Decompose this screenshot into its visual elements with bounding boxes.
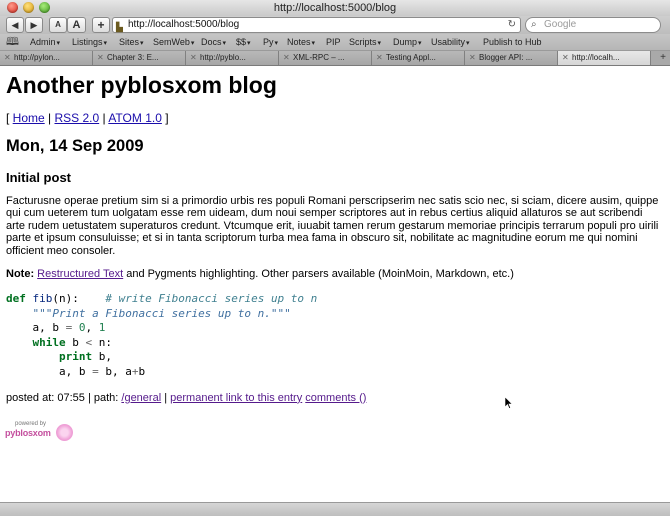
tab-close-icon[interactable]: ✕ <box>97 51 104 65</box>
tab-2[interactable]: ✕ Chapter 3: E... <box>93 51 186 65</box>
new-tab-button[interactable]: + <box>660 51 666 65</box>
rss-link[interactable]: RSS 2.0 <box>54 111 99 125</box>
bookmark-py[interactable]: Py▾ <box>263 34 278 52</box>
browser-toolbar: ◀ ▶ A A + ▙ http://localhost:5000/blog ↻… <box>0 16 670 34</box>
tab-6[interactable]: ✕ Blogger API: ... <box>465 51 558 65</box>
status-bar <box>0 502 670 516</box>
window-titlebar: http://localhost:5000/blog <box>0 0 670 16</box>
forward-arrow-icon: ▶ <box>30 20 38 30</box>
search-field[interactable]: ⌕ Google <box>525 17 661 33</box>
bookmark-admin[interactable]: Admin▾ <box>30 34 60 52</box>
bookmarks-bar: 🕮 Admin▾ Listings▾ Sites▾ SemWeb▾ Docs▾ … <box>0 34 670 51</box>
category-path-link[interactable]: /general <box>121 392 161 404</box>
post-title: Initial post <box>6 170 71 185</box>
page-content: Another pyblosxom blog [ Home | RSS 2.0 … <box>6 66 664 404</box>
site-favicon-icon: ▙ <box>116 22 123 32</box>
window-title: http://localhost:5000/blog <box>273 2 397 14</box>
feed-nav: [ Home | RSS 2.0 | ATOM 1.0 ] <box>6 111 169 125</box>
zoom-window-button[interactable] <box>39 2 50 13</box>
tab-close-icon[interactable]: ✕ <box>376 51 383 65</box>
tab-3[interactable]: ✕ http://pyblo... <box>186 51 279 65</box>
comments-link[interactable]: comments () <box>305 392 366 404</box>
back-arrow-icon: ◀ <box>11 20 19 30</box>
tab-5[interactable]: ✕ Testing Appl... <box>372 51 465 65</box>
tab-1[interactable]: ✕ http://pylon... <box>0 51 93 65</box>
tab-7-active[interactable]: ✕ http://localh... <box>558 51 651 65</box>
add-bookmark-button[interactable]: + <box>92 17 110 33</box>
search-placeholder: Google <box>544 19 577 30</box>
forward-button[interactable]: ▶ <box>25 17 43 33</box>
tab-close-icon[interactable]: ✕ <box>562 51 569 65</box>
url-text[interactable]: http://localhost:5000/blog <box>128 18 239 32</box>
pyblosxom-flower-icon <box>56 424 73 441</box>
bookmark-semweb[interactable]: SemWeb▾ <box>153 34 194 52</box>
bookmark-docs[interactable]: Docs▾ <box>201 34 226 52</box>
text-larger-button[interactable]: A <box>67 17 86 33</box>
bookmark-money[interactable]: $$▾ <box>236 34 251 52</box>
bookmark-scripts[interactable]: Scripts▾ <box>349 34 381 52</box>
reload-icon[interactable]: ↻ <box>508 18 516 32</box>
mouse-pointer-icon <box>505 397 513 409</box>
bookmark-listings[interactable]: Listings▾ <box>72 34 107 52</box>
close-window-button[interactable] <box>7 2 18 13</box>
bookmark-sites[interactable]: Sites▾ <box>119 34 144 52</box>
text-smaller-button[interactable]: A <box>49 17 67 33</box>
bookmark-usability[interactable]: Usability▾ <box>431 34 470 52</box>
home-link[interactable]: Home <box>13 111 45 125</box>
tab-close-icon[interactable]: ✕ <box>4 51 11 65</box>
powered-by-badge[interactable]: powered by pyblosxom <box>5 421 75 443</box>
tab-close-icon[interactable]: ✕ <box>190 51 197 65</box>
permalink-link[interactable]: permanent link to this entry <box>170 392 302 404</box>
bookmarks-book-icon[interactable]: 🕮 <box>6 34 19 50</box>
blog-title: Another pyblosxom blog <box>6 72 277 98</box>
post-date: Mon, 14 Sep 2009 <box>6 137 144 155</box>
bookmark-notes[interactable]: Notes▾ <box>287 34 315 52</box>
tab-close-icon[interactable]: ✕ <box>283 51 290 65</box>
blog-post: Initial post Facturusne operae pretium s… <box>6 170 664 404</box>
tab-4[interactable]: ✕ XML-RPC – ... <box>279 51 372 65</box>
restructured-text-link[interactable]: Restructured Text <box>37 268 123 280</box>
code-block: def fib(n): # write Fibonacci series up … <box>6 292 318 378</box>
tab-close-icon[interactable]: ✕ <box>469 51 476 65</box>
bookmark-publish-to-hub[interactable]: Publish to Hub <box>483 34 542 50</box>
back-button[interactable]: ◀ <box>6 17 24 33</box>
atom-link[interactable]: ATOM 1.0 <box>108 111 162 125</box>
post-footer: posted at: 07:55 | path: /general | perm… <box>6 391 367 404</box>
tab-bar: ✕ http://pylon... ✕ Chapter 3: E... ✕ http:… <box>0 51 670 66</box>
bookmark-pip[interactable]: PIP <box>326 34 341 50</box>
post-body: Facturusne operae pretium sim si a primo… <box>6 195 659 257</box>
search-icon: ⌕ <box>531 19 537 30</box>
post-note: Note: Restructured Text and Pygments hig… <box>6 268 514 281</box>
bookmark-dump[interactable]: Dump▾ <box>393 34 422 52</box>
minimize-window-button[interactable] <box>23 2 34 13</box>
address-bar[interactable]: ▙ http://localhost:5000/blog ↻ <box>112 17 521 33</box>
